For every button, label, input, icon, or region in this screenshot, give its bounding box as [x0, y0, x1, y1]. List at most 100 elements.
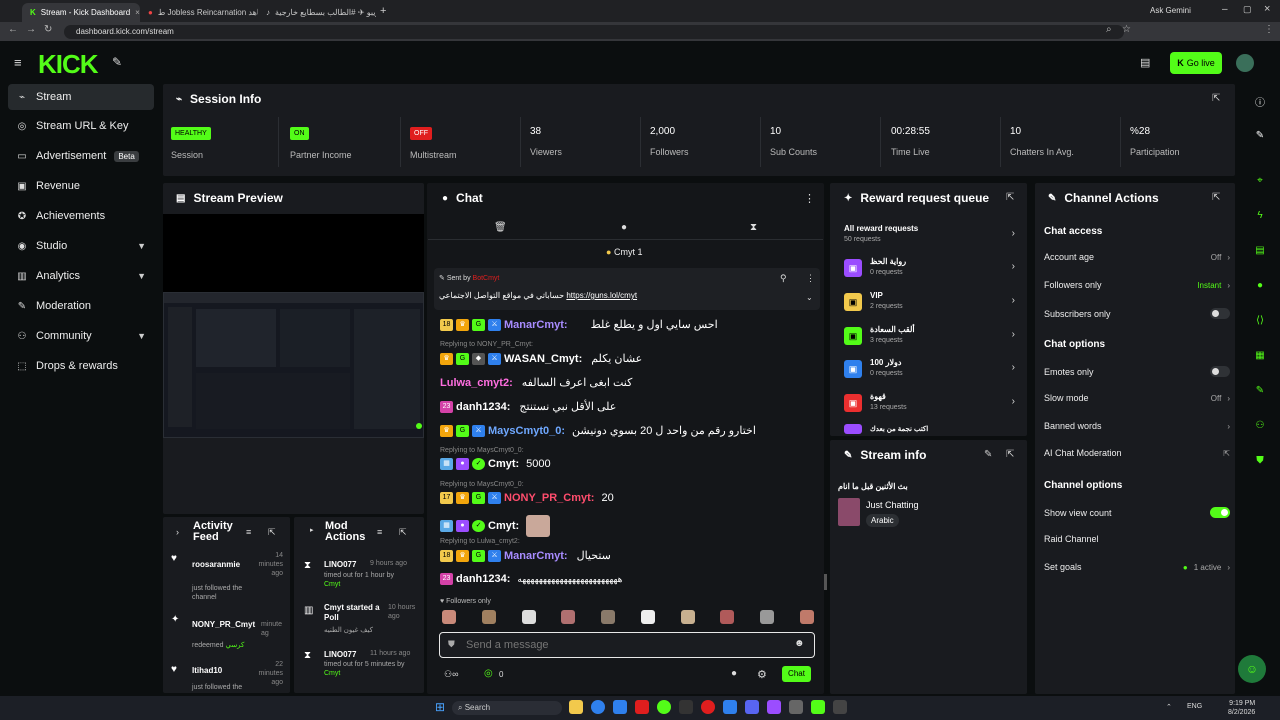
mail-icon[interactable] [635, 700, 649, 714]
chat-message[interactable]: 23 danh1234: على الأقل نبي نستنتج [440, 400, 616, 413]
popout-icon[interactable]: ⇱ [1212, 192, 1220, 203]
emotes-only-toggle[interactable] [1210, 366, 1230, 377]
support-chat-icon[interactable]: ☺ [1238, 655, 1266, 683]
followers-only-row[interactable]: Followers only Instant › [1044, 280, 1230, 290]
chat-message[interactable]: ♛ G ◆ ⚔ WASAN_Cmyt: عشان يكلم [440, 352, 642, 365]
avatar[interactable] [1236, 54, 1254, 72]
chevron-down-icon[interactable]: ⌄ [806, 293, 813, 302]
message-icon[interactable]: ● [731, 668, 737, 679]
collapse-icon[interactable]: › [176, 527, 179, 537]
lightning-icon[interactable]: ϟ [1240, 200, 1280, 230]
filter-icon[interactable]: ≡ [377, 527, 382, 537]
sidebar-item-stream[interactable]: ⌁ Stream [8, 84, 154, 110]
sidebar-item-stream-url[interactable]: ◎ Stream URL & Key [8, 113, 154, 139]
window-close-icon[interactable]: × [1264, 3, 1270, 15]
chat-scrollbar[interactable] [824, 574, 827, 590]
community-icon[interactable]: ⚇ [1240, 410, 1280, 440]
screen-icon[interactable]: ▤ [1140, 56, 1150, 69]
crosshair-icon[interactable]: ⌖ [1240, 165, 1280, 195]
storage-icon[interactable]: ▦ [1240, 340, 1280, 370]
reload-icon[interactable]: ↻ [44, 24, 52, 35]
emote-item[interactable] [680, 610, 695, 624]
reward-item[interactable]: ▣ VIP 2 requests › [844, 291, 1019, 317]
edit-pencil-icon[interactable]: ✎ [984, 449, 992, 460]
ask-gemini-button[interactable]: Ask Gemini [1150, 6, 1191, 15]
store-icon[interactable] [613, 700, 627, 714]
activity-user[interactable]: roosaranmie [192, 560, 240, 569]
mod-user[interactable]: Cmyt started a Poll [324, 603, 386, 623]
pinned-link[interactable]: https://guns.lol/cmyt [566, 291, 637, 300]
sidebar-item-achievements[interactable]: ✪ Achievements [8, 203, 154, 229]
browser-menu-icon[interactable]: ⋮ [1264, 24, 1274, 35]
emote-item[interactable] [640, 610, 655, 624]
chat-username[interactable]: MaysCmyt0_0: [488, 425, 565, 437]
go-live-button[interactable]: K Go live [1170, 52, 1222, 74]
settings-gear-icon[interactable]: ⚙ [757, 668, 767, 681]
chat-message[interactable]: ▦ ● ✓ Cmyt: [440, 515, 551, 537]
chat-bubble-icon[interactable]: ● [1240, 270, 1280, 300]
system-tray-icon[interactable]: ⌃ [1166, 703, 1172, 711]
activity-user[interactable]: NONY_PR_Cmyt [192, 620, 255, 629]
popout-icon[interactable]: ⇱ [268, 527, 276, 538]
chat-message[interactable]: ♛ G ⚔ MaysCmyt0_0: اختارو رقم من واحد ل 20 ب… [440, 424, 756, 437]
chat-username[interactable]: Cmyt: [488, 520, 519, 532]
stream-category[interactable]: Just Chatting [866, 500, 919, 510]
ai-moderation-row[interactable]: AI Chat Moderation ⇱ [1044, 448, 1230, 458]
trash-icon[interactable]: 🗑 [494, 222, 507, 233]
emote-item[interactable] [799, 610, 814, 624]
app-icon[interactable] [745, 700, 759, 714]
back-icon[interactable]: ← [8, 24, 18, 35]
filter-icon[interactable]: ≡ [246, 527, 251, 537]
emote-item[interactable] [442, 610, 456, 624]
emote-item[interactable] [481, 610, 496, 624]
sidebar-item-moderation[interactable]: ✎ Moderation [8, 293, 154, 319]
pinned-message[interactable]: ✎ Sent by BotCmyt حساباتي في مواقع التوا… [434, 268, 820, 310]
taskbar-search[interactable]: ⌕ Search [452, 701, 562, 715]
set-goals-row[interactable]: Set goals ● 1 active › [1044, 562, 1230, 572]
tiktok-icon[interactable] [679, 700, 693, 714]
tab-kick-dashboard[interactable]: K Stream - Kick Dashboard × [22, 3, 140, 22]
emote-item[interactable] [720, 610, 735, 624]
edge-icon[interactable] [591, 700, 605, 714]
collapse-icon[interactable]: ▸ [310, 526, 314, 534]
chat-message[interactable]: Lulwa_cmyt2: كنت ابغى اعرف السالفه [440, 376, 632, 390]
windows-start-icon[interactable]: ⊞ [435, 700, 445, 714]
reward-item[interactable]: ▣ دولار 100 0 requests › [844, 358, 1019, 384]
sidebar-item-analytics[interactable]: ▥ Analytics ▼ [8, 263, 154, 289]
tools-icon[interactable]: ✎ [112, 55, 122, 69]
telegram-icon[interactable] [723, 700, 737, 714]
sidebar-item-revenue[interactable]: ▣ Revenue [8, 173, 154, 199]
reward-item[interactable]: ▣ رواية الحظ 0 requests › [844, 257, 1019, 283]
show-view-count-toggle[interactable] [1210, 507, 1230, 518]
chat-message[interactable]: 18 ♛ G ⚔ ManarCmyt: احس سايي اول و يطلع غلط [440, 318, 718, 331]
info-icon[interactable]: ⓘ [1240, 86, 1280, 116]
chat-input[interactable] [466, 637, 786, 653]
subscribers-only-toggle[interactable] [1210, 308, 1230, 319]
bracket-icon[interactable]: ⟨⟩ [1240, 305, 1280, 335]
hourglass-icon[interactable]: ⧗ [750, 222, 757, 233]
chrome-icon[interactable] [657, 700, 671, 714]
app-icon[interactable] [701, 700, 715, 714]
reward-item[interactable]: ▣ ألقب السعادة 3 requests › [844, 325, 1019, 351]
mod-user[interactable]: LINO077 [324, 560, 356, 569]
maximize-icon[interactable]: ▢ [1243, 4, 1252, 15]
chat-username[interactable]: ManarCmyt: [504, 319, 568, 331]
shield-icon[interactable]: ⛊ [1240, 445, 1280, 475]
chat-message[interactable]: ▦ ● ✓ Cmyt: 5000 [440, 458, 551, 470]
wrench-icon[interactable]: ✎ [1240, 375, 1280, 405]
kick-app-icon[interactable] [811, 700, 825, 714]
taskbar-clock[interactable]: 9:19 PM 8/2/2026 [1228, 699, 1255, 717]
chat-username[interactable]: ManarCmyt: [504, 550, 568, 562]
zoom-icon[interactable]: ⌕ [1106, 24, 1112, 35]
sidebar-item-advertisement[interactable]: ▭ Advertisement Beta [8, 143, 154, 169]
chat-message[interactable]: 17 ♛ G ⚔ NONY_PR_Cmyt: 20 [440, 492, 614, 504]
message-icon[interactable]: ● [621, 222, 627, 233]
reward-item[interactable]: ▣ قهوة 13 requests › [844, 392, 1019, 418]
popout-icon[interactable]: ⇱ [399, 527, 407, 538]
tab-tiktok[interactable]: ♪ ويبو ✈ #الطالب بسطايع خارجية × [258, 3, 376, 22]
activity-user[interactable]: Itihad10 [192, 666, 222, 675]
chat-username[interactable]: WASAN_Cmyt: [504, 353, 582, 365]
forward-icon[interactable]: → [26, 24, 36, 35]
all-reward-requests[interactable]: All reward requests 50 requests › [844, 224, 1019, 250]
pinned-menu-icon[interactable]: ⋮ [806, 273, 815, 284]
